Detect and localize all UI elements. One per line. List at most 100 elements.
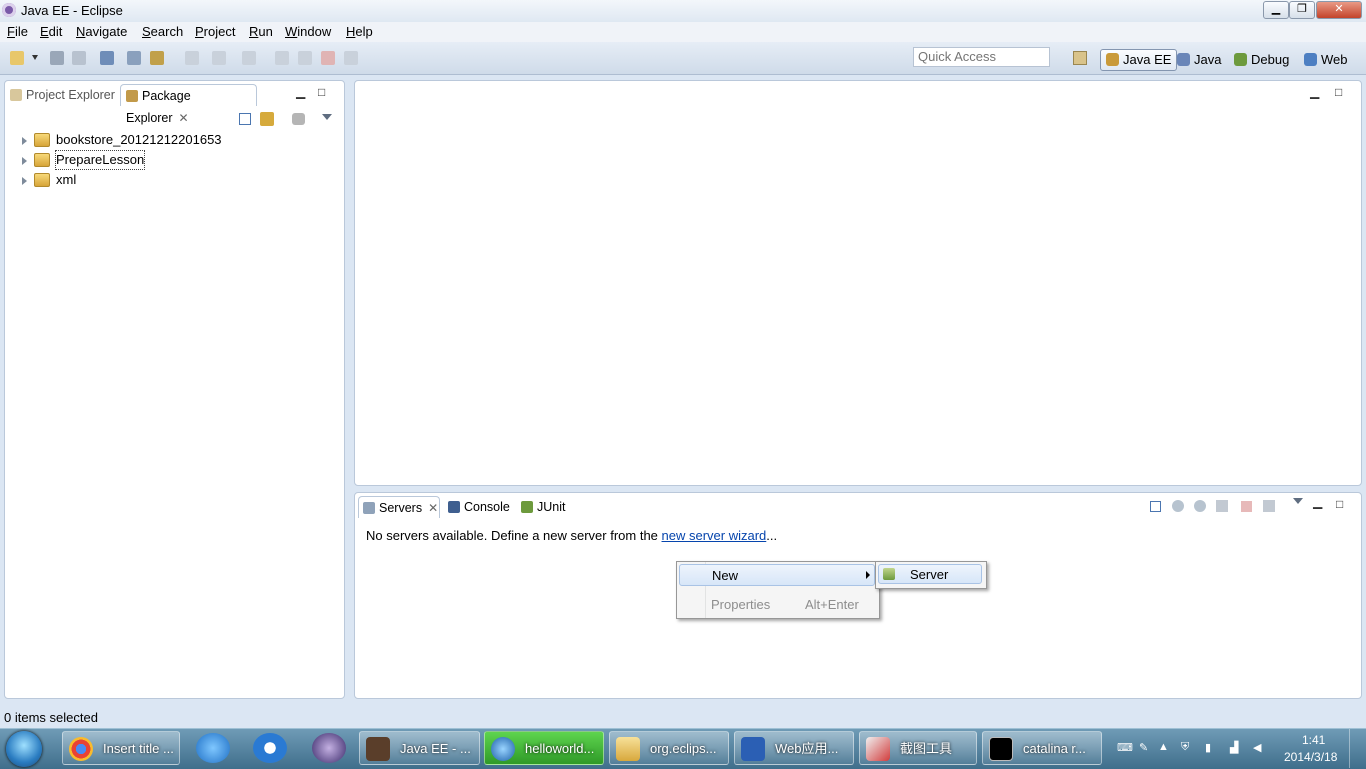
perspective-web[interactable]: Web [1304, 50, 1348, 70]
start-button[interactable] [6, 731, 42, 767]
internet-explorer-icon[interactable] [196, 733, 230, 763]
tree-item-preparelesson[interactable]: PrepareLesson [5, 150, 340, 170]
security-icon[interactable]: ⛨ [1181, 741, 1193, 753]
keyboard-icon[interactable]: ⌨ [1117, 741, 1133, 754]
save-icon[interactable] [50, 51, 64, 65]
save-all-icon[interactable] [72, 51, 86, 65]
menu-search[interactable]: Search [142, 24, 183, 39]
suspend-icon[interactable] [298, 51, 312, 65]
step-icon[interactable] [242, 51, 256, 65]
terminate-icon[interactable] [321, 51, 335, 65]
close-button[interactable]: ✕ [1316, 1, 1362, 19]
context-menu-properties[interactable]: Properties [711, 597, 770, 612]
maximize-editor-icon[interactable]: □ [1335, 85, 1342, 99]
link-with-editor-icon[interactable] [260, 112, 274, 126]
close-icon[interactable]: ✕ [428, 501, 438, 515]
menu-file[interactable]: File [7, 24, 28, 39]
new-dropdown-icon[interactable] [32, 55, 38, 60]
servers-icon [363, 502, 375, 514]
menu-run[interactable]: Run [249, 24, 273, 39]
tab-console[interactable]: Console [448, 496, 518, 518]
project-icon [34, 133, 50, 147]
restore-button[interactable]: ❐ [1289, 1, 1315, 19]
collapse-all-icon[interactable] [1150, 501, 1161, 512]
view-menu-icon[interactable] [322, 114, 332, 120]
volume-icon[interactable]: ◀ [1253, 741, 1265, 754]
show-hidden-icons-icon[interactable]: ▲ [1158, 741, 1170, 753]
task-eclipse[interactable]: Java EE - ... [359, 731, 480, 765]
new-icon[interactable] [10, 51, 24, 65]
task-helloworld[interactable]: helloworld... [484, 731, 604, 765]
perspective-java[interactable]: Java [1177, 50, 1221, 70]
tab-servers[interactable]: Servers ✕ [358, 496, 440, 518]
expand-arrow-icon[interactable] [22, 157, 27, 165]
tab-junit[interactable]: JUnit [521, 496, 581, 518]
minimize-view-icon[interactable]: ▁ [296, 85, 305, 99]
minimize-button[interactable]: ▁ [1263, 1, 1289, 19]
open-task-icon[interactable] [127, 51, 141, 65]
focus-task-icon[interactable] [292, 113, 305, 125]
start-server-icon[interactable] [1194, 500, 1206, 512]
disconnect-icon[interactable] [344, 51, 358, 65]
snipping-tool-icon [866, 737, 890, 761]
maximize-view-icon[interactable]: □ [1336, 497, 1343, 511]
clock-date[interactable]: 2014/3/18 [1284, 750, 1337, 764]
minimize-view-icon[interactable]: ▁ [1313, 495, 1322, 509]
quick-access-input[interactable] [913, 47, 1050, 67]
context-menu-new[interactable]: New [679, 564, 875, 586]
tree-item-bookstore[interactable]: bookstore_20121212201653 [5, 131, 340, 149]
publish-icon[interactable] [1263, 500, 1275, 512]
minimize-editor-icon[interactable]: ▁ [1310, 85, 1319, 99]
expand-arrow-icon[interactable] [22, 177, 27, 185]
editor-area[interactable]: ▁ □ [354, 80, 1362, 486]
project-icon [34, 173, 50, 187]
project-explorer-icon [10, 89, 22, 101]
skip-breakpoints-icon[interactable] [100, 51, 114, 65]
status-text: 0 items selected [4, 710, 98, 725]
resume-icon[interactable] [275, 51, 289, 65]
expand-arrow-icon[interactable] [22, 137, 27, 145]
back-icon[interactable] [185, 51, 199, 65]
project-icon [34, 153, 50, 167]
menu-edit[interactable]: Edit [40, 24, 62, 39]
menu-window[interactable]: Window [285, 24, 331, 39]
menu-help[interactable]: Help [346, 24, 373, 39]
perspective-debug[interactable]: Debug [1234, 50, 1289, 70]
task-word[interactable]: Web应用... [734, 731, 854, 765]
package-explorer-icon [126, 90, 138, 102]
menu-navigate[interactable]: Navigate [76, 24, 127, 39]
perspective-java-ee[interactable]: Java EE [1100, 49, 1178, 71]
task-folder[interactable]: org.eclips... [609, 731, 729, 765]
task-snipping-tool[interactable]: 截图工具 [859, 731, 977, 765]
tab-project-explorer[interactable]: Project Explorer [10, 84, 115, 106]
submenu-server[interactable]: Server [878, 564, 982, 584]
device-icon[interactable]: ▮ [1205, 741, 1217, 754]
sogou-icon[interactable] [253, 733, 287, 763]
package-explorer-view: Project Explorer Package Explorer ✕ ▁ □ b… [4, 80, 345, 699]
show-desktop-button[interactable] [1349, 729, 1366, 768]
open-perspective-icon[interactable] [1073, 51, 1087, 65]
eclipse-pinned-icon[interactable] [312, 733, 346, 763]
view-menu-icon[interactable] [1293, 498, 1303, 504]
close-icon[interactable]: ✕ [179, 111, 189, 125]
collapse-all-icon[interactable] [239, 113, 251, 125]
network-icon[interactable]: ▟ [1230, 741, 1242, 754]
maximize-view-icon[interactable]: □ [318, 85, 325, 99]
window-title: Java EE - Eclipse [21, 3, 123, 18]
open-type-icon[interactable] [150, 51, 164, 65]
stop-server-icon[interactable] [1241, 501, 1252, 512]
new-server-wizard-link[interactable]: new server wizard [662, 528, 767, 543]
eclipse-icon [366, 737, 390, 761]
context-menu: New Properties Alt+Enter [676, 561, 880, 619]
video-icon [491, 737, 515, 761]
tree-item-xml[interactable]: xml [5, 171, 340, 189]
clock-time[interactable]: 1:41 [1302, 733, 1325, 747]
task-chrome[interactable]: Insert title ... [62, 731, 180, 765]
pen-icon[interactable]: ✎ [1139, 741, 1151, 754]
tab-package-explorer[interactable]: Package Explorer ✕ [120, 84, 257, 125]
undo-icon[interactable] [212, 51, 226, 65]
task-cmd[interactable]: catalina r... [982, 731, 1102, 765]
menu-project[interactable]: Project [195, 24, 235, 39]
profile-server-icon[interactable] [1216, 500, 1228, 512]
debug-server-icon[interactable] [1172, 500, 1184, 512]
